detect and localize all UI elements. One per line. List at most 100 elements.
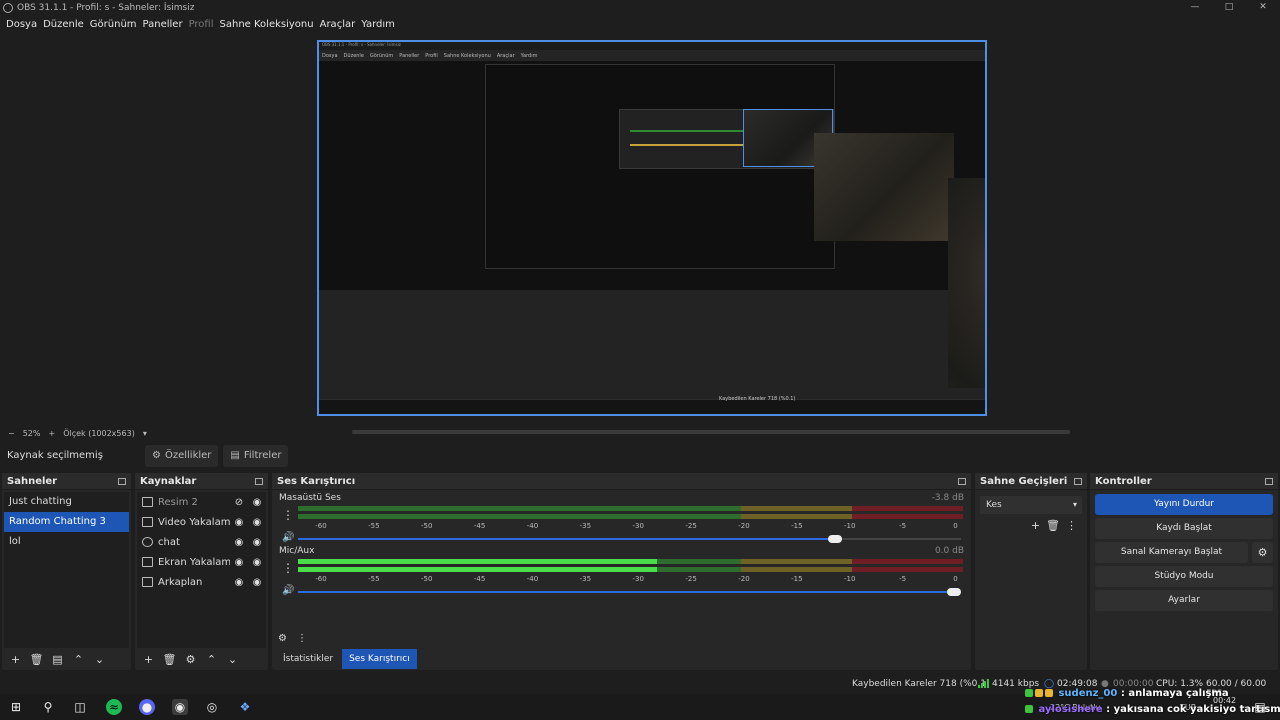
more-options-icon[interactable]: ⋮ [297,633,307,644]
eye-icon[interactable]: ◉ [230,557,248,568]
eye-icon[interactable]: ◉ [230,537,248,548]
stop-streaming-button[interactable]: Yayını Durdur [1095,494,1273,515]
meter-tick-label: -40 [526,522,539,530]
maximize-icon[interactable]: □ [1212,0,1246,15]
tab-stats[interactable]: İstatistikler [276,649,340,669]
menu-docks[interactable]: Paneller [140,19,186,30]
scene-transitions-dock: Sahne Geçişleri Kes ▾ + 🗑 ⋮ [975,473,1087,670]
source-item[interactable]: Ekran Yakalama ◉ ◉ [137,552,266,572]
source-item[interactable]: Resim 2 ⊘ ◉ [137,492,266,512]
source-item[interactable]: Video Yakalama Ay ◉ ◉ [137,512,266,532]
settings-button[interactable]: Ayarlar [1095,590,1273,611]
add-scene-icon[interactable]: + [6,650,25,668]
more-options-icon[interactable]: ⋮ [282,561,294,575]
undock-icon[interactable] [958,477,966,485]
source-name: chat [158,536,180,548]
add-source-icon[interactable]: + [139,650,158,668]
transitions-header: Sahne Geçişleri [975,473,1087,490]
menu-help[interactable]: Yardım [358,19,398,30]
menu-tools[interactable]: Araçlar [317,19,359,30]
transition-select[interactable]: Kes ▾ [980,496,1082,514]
lock-icon[interactable]: ◉ [248,537,266,548]
trash-icon[interactable]: 🗑 [160,650,179,668]
program-preview[interactable]: OBS 31.1.1 - Profil: s - Sahneler: İsims… [317,40,987,416]
volume-slider[interactable] [298,588,961,596]
zoom-value: 52% [22,428,41,438]
windows-start-icon[interactable]: ⊞ [8,699,24,715]
volume-knob[interactable] [827,535,842,543]
minimize-icon[interactable]: — [1178,0,1212,15]
badge-icon [1035,689,1043,697]
more-options-icon[interactable]: ⋮ [1066,519,1077,532]
move-down-icon[interactable]: ⌄ [90,650,109,668]
undock-icon[interactable] [255,477,263,485]
level-fill [298,559,658,564]
zoom-out-button[interactable]: − [8,429,15,438]
move-down-icon[interactable]: ⌄ [223,650,242,668]
speaker-icon[interactable]: 🔊 [282,585,294,596]
start-recording-button[interactable]: Kaydı Başlat [1095,518,1273,539]
obs-icon[interactable]: ◎ [204,699,220,715]
meter-tick-label: -55 [368,575,380,583]
source-name: Arkaplan [158,576,203,588]
volume-slider[interactable] [298,535,961,543]
lock-icon[interactable]: ◉ [248,557,266,568]
tab-audio-mixer[interactable]: Ses Karıştırıcı [342,649,417,669]
preview-area[interactable]: OBS 31.1.1 - Profil: s - Sahneler: İsims… [0,33,1280,425]
trash-icon[interactable]: 🗑 [27,650,46,668]
discord-icon[interactable]: ● [139,699,155,715]
app-icon[interactable]: ❖ [237,699,253,715]
undock-icon[interactable] [118,477,126,485]
scene-item-random-chatting-3[interactable]: Random Chatting 3 [4,512,129,532]
eye-icon[interactable]: ◉ [230,577,248,588]
source-item[interactable]: chat ◉ ◉ [137,532,266,552]
notification-icon[interactable]: ▤ [1252,699,1268,715]
filter-icon[interactable]: ▤ [48,650,67,668]
scene-item-lol[interactable]: lol [4,532,129,552]
lock-icon[interactable]: ◉ [248,497,266,508]
filters-button[interactable]: ▤ Filtreler [223,444,289,467]
menu-profile[interactable]: Profil [186,19,217,30]
studio-mode-button[interactable]: Stüdyo Modu [1095,566,1273,587]
virtual-camera-settings-gear-icon[interactable]: ⚙ [1252,542,1273,563]
trash-icon[interactable]: 🗑 [1046,519,1060,532]
zoom-in-button[interactable]: + [48,429,55,438]
meter-tick-label: -20 [738,575,750,583]
menu-view[interactable]: Görünüm [87,19,140,30]
chat-message: sudenz_00 : anlamaya çalışma [1025,688,1229,699]
lock-icon[interactable]: ◉ [248,577,266,588]
preview-menu-item: Dosya [322,52,338,59]
eye-icon[interactable]: ◉ [230,517,248,528]
eye-hidden-icon[interactable]: ⊘ [230,497,248,508]
search-icon[interactable]: ⚲ [40,699,56,715]
scene-item-just-chatting[interactable]: Just chatting [4,492,129,512]
undock-icon[interactable] [1265,477,1273,485]
meter-tick-label: -25 [685,575,697,583]
source-item[interactable]: Arkaplan ◉ ◉ [137,572,266,592]
close-icon[interactable]: ✕ [1246,0,1280,15]
menu-edit[interactable]: Düzenle [40,19,87,30]
spotify-icon[interactable]: ≈ [106,699,122,715]
task-view-icon[interactable]: ◫ [72,699,88,715]
menu-file[interactable]: Dosya [3,19,40,30]
webcam-capture-medium [814,133,954,241]
scene-list: Just chatting Random Chatting 3 lol [4,492,129,648]
volume-knob[interactable] [947,588,961,596]
preview-scrollbar[interactable] [352,430,1070,434]
properties-label: Özellikler [164,450,212,461]
undock-icon[interactable] [1074,477,1082,485]
menu-scene-collection[interactable]: Sahne Koleksiyonu [217,19,317,30]
meter-tick-label: 0 [953,575,958,583]
advanced-audio-gear-icon[interactable]: ⚙ [278,633,287,644]
move-up-icon[interactable]: ⌃ [202,650,221,668]
move-up-icon[interactable]: ⌃ [69,650,88,668]
more-options-icon[interactable]: ⋮ [282,508,294,522]
speaker-icon[interactable]: 🔊 [282,532,294,543]
chevron-down-icon[interactable]: ▾ [143,429,147,438]
add-icon[interactable]: + [1031,519,1040,532]
gear-icon[interactable]: ⚙ [181,650,200,668]
chrome-icon[interactable]: ◉ [172,699,188,715]
start-virtual-camera-button[interactable]: Sanal Kamerayı Başlat [1095,542,1248,563]
lock-icon[interactable]: ◉ [248,517,266,528]
properties-button[interactable]: ⚙ Özellikler [145,444,219,467]
